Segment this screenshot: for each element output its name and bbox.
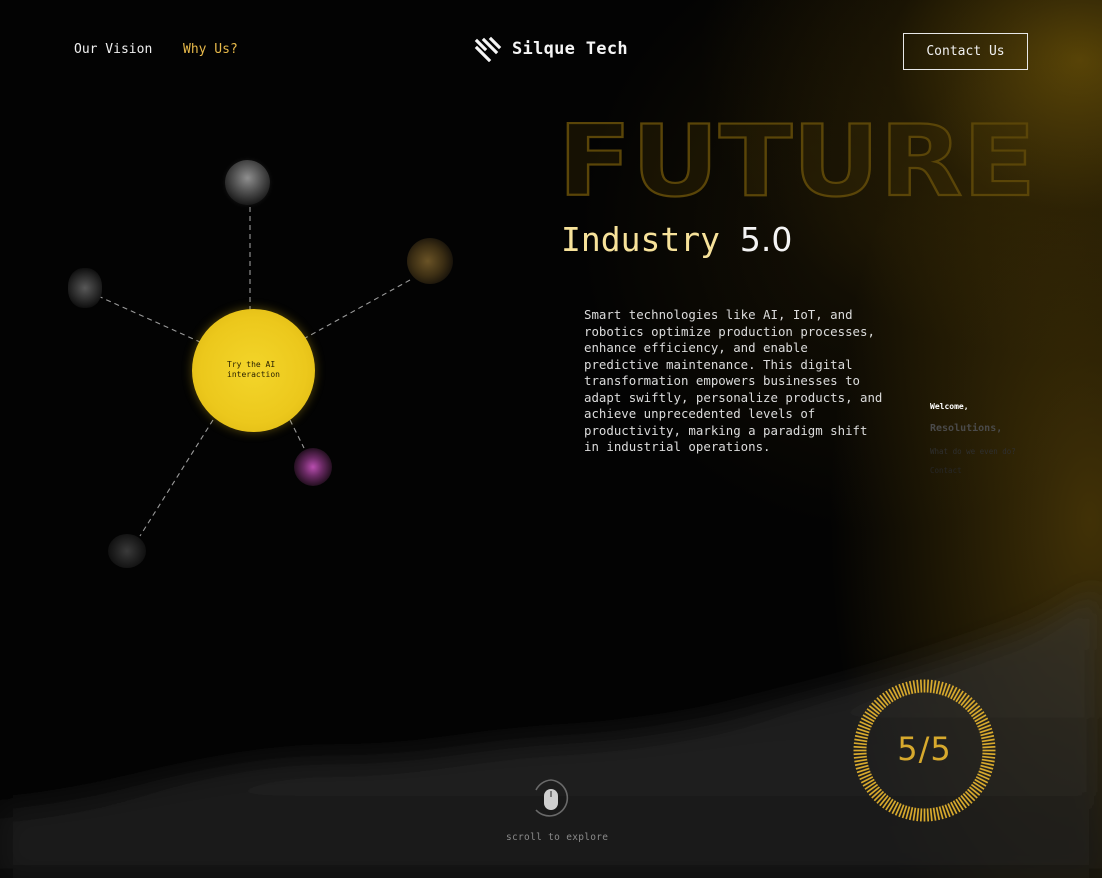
scroll-label: scroll to explore bbox=[506, 832, 609, 843]
ring-tick bbox=[868, 705, 880, 715]
contact-us-button[interactable]: Contact Us bbox=[903, 33, 1028, 70]
ring-tick bbox=[969, 705, 981, 715]
core-label-line2: interaction bbox=[227, 370, 280, 379]
future-word: FUTURE bbox=[558, 112, 1036, 207]
ring-tick bbox=[938, 806, 944, 820]
ring-tick bbox=[962, 793, 973, 804]
hero-description: Smart technologies like AI, IoT, and rob… bbox=[584, 307, 883, 454]
ai-interaction-core[interactable]: Try the AI interaction bbox=[192, 309, 315, 432]
ring-tick bbox=[879, 694, 889, 706]
ring-tick bbox=[926, 808, 930, 822]
mouse-icon[interactable] bbox=[531, 778, 571, 822]
ring-tick bbox=[882, 692, 892, 705]
ring-tick bbox=[908, 680, 914, 694]
slide-counter: 5/5 bbox=[897, 730, 952, 768]
ring-tick bbox=[919, 679, 923, 693]
ring-tick bbox=[962, 697, 973, 708]
ring-tick bbox=[935, 680, 941, 694]
side-menu-what-we-do[interactable]: What do we even do? bbox=[930, 447, 1016, 456]
ring-tick bbox=[908, 807, 914, 821]
ring-tick bbox=[929, 808, 933, 822]
ring-tick bbox=[938, 681, 944, 695]
ring-tick bbox=[964, 790, 976, 802]
industry-version: 5.0 bbox=[739, 220, 793, 259]
ring-tick bbox=[935, 807, 941, 821]
industry-heading: Industry 5.0 bbox=[561, 220, 792, 259]
orbit-node-dark[interactable] bbox=[108, 534, 146, 568]
ring-tick bbox=[912, 807, 917, 821]
side-menu-resolutions[interactable]: Resolutions, bbox=[930, 423, 1002, 434]
nav-why-us[interactable]: Why Us? bbox=[183, 42, 238, 57]
industry-word: Industry bbox=[561, 220, 720, 259]
ring-tick bbox=[871, 702, 882, 713]
ring-tick bbox=[905, 681, 911, 695]
ring-tick bbox=[932, 807, 937, 821]
ring-tick bbox=[932, 680, 937, 694]
slash-stripes-icon bbox=[474, 36, 502, 62]
ring-tick bbox=[905, 806, 911, 820]
ring-tick bbox=[873, 699, 885, 711]
ring-tick bbox=[866, 708, 879, 718]
orbit-node-landscape[interactable] bbox=[225, 160, 270, 205]
ring-tick bbox=[969, 786, 981, 796]
ring-tick bbox=[960, 795, 970, 807]
ring-tick bbox=[882, 796, 892, 809]
ring-tick bbox=[957, 796, 967, 809]
orbit-node-nebula[interactable] bbox=[294, 448, 332, 486]
ring-tick bbox=[876, 793, 887, 804]
brand-name: Silque Tech bbox=[512, 39, 628, 59]
ring-tick bbox=[967, 702, 978, 713]
side-menu-welcome[interactable]: Welcome, bbox=[930, 402, 969, 411]
ring-tick bbox=[916, 679, 920, 693]
ring-tick bbox=[970, 783, 983, 793]
nav-our-vision[interactable]: Our Vision bbox=[74, 42, 152, 57]
ring-tick bbox=[868, 786, 880, 796]
ring-tick bbox=[912, 680, 917, 694]
brand-logo[interactable]: Silque Tech bbox=[474, 36, 628, 62]
side-menu-contact[interactable]: Contact bbox=[930, 466, 962, 475]
ring-tick bbox=[871, 788, 882, 799]
ring-tick bbox=[960, 694, 970, 706]
ring-tick bbox=[970, 708, 983, 718]
ring-tick bbox=[873, 790, 885, 802]
ring-tick bbox=[919, 808, 923, 822]
orbit-node-shadow[interactable] bbox=[68, 268, 102, 308]
ring-tick bbox=[926, 679, 930, 693]
ring-tick bbox=[866, 783, 879, 793]
ring-tick bbox=[876, 697, 887, 708]
ring-tick bbox=[916, 808, 920, 822]
core-label-line1: Try the AI bbox=[227, 360, 276, 369]
ring-tick bbox=[929, 679, 933, 693]
orbit-node-desert[interactable] bbox=[407, 238, 453, 284]
future-outline-title: FUTURE bbox=[557, 112, 1037, 207]
core-label: Try the AI interaction bbox=[227, 360, 297, 380]
ring-tick bbox=[957, 692, 967, 705]
ring-tick bbox=[967, 788, 978, 799]
ring-tick bbox=[964, 699, 976, 711]
ring-tick bbox=[879, 795, 889, 807]
